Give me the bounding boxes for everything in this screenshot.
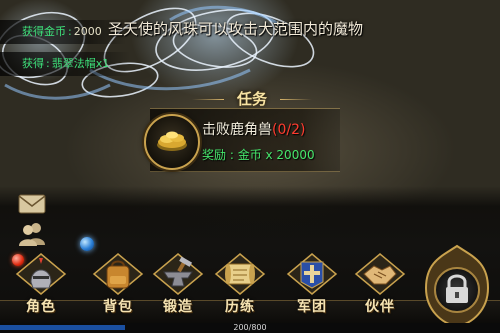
quest-reward: 奖励 : 金币 x 20000 bbox=[202, 148, 315, 162]
menu-label: 历练 bbox=[225, 299, 255, 315]
red-alert-badge bbox=[12, 254, 24, 266]
loot-notification: 获得: 翡翠法帽x1 bbox=[0, 52, 130, 76]
menu-item-legion[interactable]: 军团 bbox=[284, 252, 340, 322]
quest-panel-title: 任务 bbox=[192, 88, 312, 110]
quest-objective[interactable]: 击败鹿角兽(0/2) bbox=[202, 119, 305, 139]
notification-value: 2000 bbox=[73, 25, 102, 38]
notification-value: 翡翠法帽x1 bbox=[51, 57, 110, 70]
cross-banner-icon bbox=[286, 253, 338, 295]
quest-progress: (0/2) bbox=[272, 122, 306, 138]
skill-tip-text: 圣天使的风珠可以攻击大范围内的魔物 bbox=[108, 20, 364, 38]
menu-item-backpack[interactable]: 背包 bbox=[90, 252, 146, 322]
reward-label: 奖励 bbox=[202, 148, 227, 162]
menu-label: 锻造 bbox=[163, 299, 193, 315]
reward-text: 金币 x 20000 bbox=[237, 148, 315, 162]
menu-label: 伙伴 bbox=[365, 299, 395, 315]
notification-label: 获得 bbox=[22, 57, 44, 70]
anvil-icon bbox=[152, 253, 204, 295]
game-scene: 获得金币:2000 获得: 翡翠法帽x1 圣天使的风珠可以攻击大范围内的魔物 任务… bbox=[0, 0, 500, 333]
scroll-icon bbox=[214, 253, 266, 295]
friends-icon[interactable] bbox=[17, 220, 47, 246]
gold-coins-icon[interactable] bbox=[144, 114, 200, 170]
mail-icon[interactable] bbox=[18, 193, 46, 215]
notification-label: 获得金币 bbox=[22, 25, 66, 38]
menu-label: 军团 bbox=[297, 299, 327, 315]
menu-label: 角色 bbox=[26, 299, 56, 315]
menu-label: 背包 bbox=[103, 299, 133, 315]
blue-gem-badge-icon bbox=[80, 237, 94, 251]
lock-icon[interactable] bbox=[422, 244, 492, 328]
experience-text: 200/800 bbox=[233, 323, 267, 332]
menu-item-training[interactable]: 历练 bbox=[212, 252, 268, 322]
backpack-icon bbox=[92, 253, 144, 295]
menu-item-forge[interactable]: 锻造 bbox=[150, 252, 206, 322]
handshake-icon bbox=[354, 253, 406, 295]
quest-name: 击败鹿角兽 bbox=[202, 122, 272, 138]
menu-item-partner[interactable]: 伙伴 bbox=[352, 252, 408, 322]
